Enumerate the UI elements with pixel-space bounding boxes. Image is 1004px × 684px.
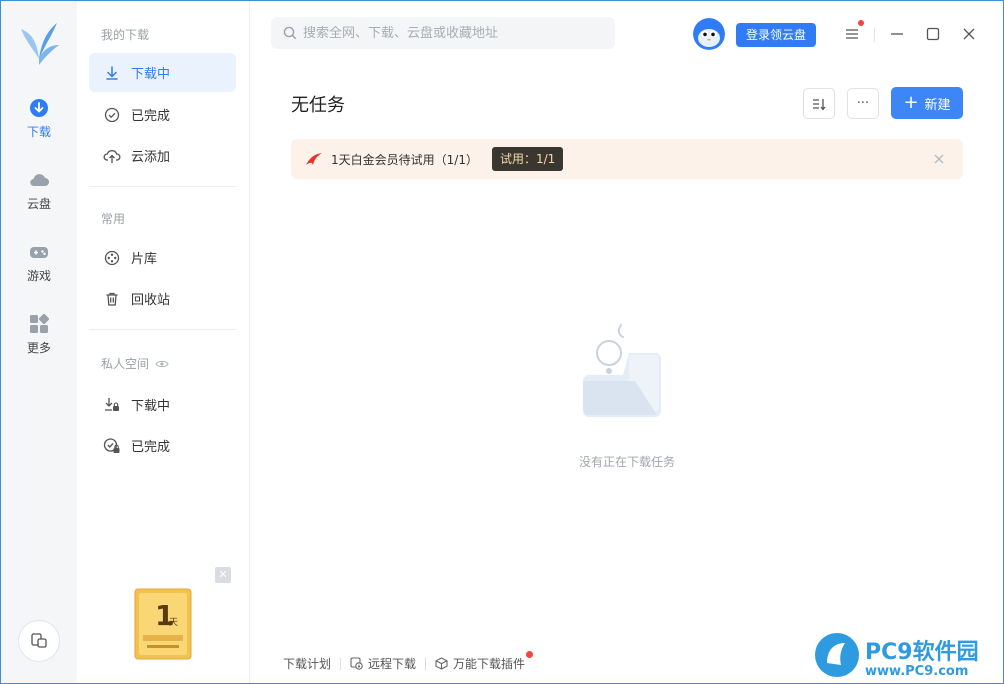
footer-links: 下载计划 远程下载 万能下载插件 bbox=[283, 651, 534, 672]
nav-item-cloud-add[interactable]: 云添加 bbox=[89, 136, 236, 175]
apps-grid-icon bbox=[30, 313, 50, 333]
footer-divider bbox=[340, 657, 342, 670]
vip-wing-icon bbox=[306, 153, 322, 165]
cloud-upload-icon bbox=[103, 147, 121, 165]
search-input[interactable] bbox=[303, 25, 603, 41]
rail-item-more[interactable]: 更多 bbox=[1, 313, 77, 369]
nav-item-recycle[interactable]: 回收站 bbox=[89, 279, 236, 318]
download-icon bbox=[30, 99, 48, 117]
nav-item-label: 云添加 bbox=[131, 150, 171, 165]
cube-plugin-icon bbox=[435, 657, 448, 670]
remote-download-icon bbox=[350, 657, 363, 670]
arrow-down-icon bbox=[103, 64, 121, 82]
nav-divider bbox=[89, 186, 236, 187]
notification-dot bbox=[858, 20, 864, 26]
nav-item-label: 已完成 bbox=[131, 440, 171, 455]
gamepad-icon bbox=[30, 247, 48, 258]
rail-label: 更多 bbox=[26, 341, 51, 355]
search-icon bbox=[283, 26, 297, 40]
download-plugin-label: 万能下载插件 bbox=[453, 657, 526, 671]
minimize-icon bbox=[891, 33, 903, 35]
download-plan-label: 下载计划 bbox=[283, 657, 332, 671]
nav-section-private: 私人空间 bbox=[101, 355, 169, 372]
plus-icon: + bbox=[903, 92, 919, 113]
close-icon bbox=[934, 154, 944, 164]
cloud-icon bbox=[30, 174, 49, 187]
nav-item-completed[interactable]: 已完成 bbox=[89, 95, 236, 134]
nav-item-label: 下载中 bbox=[131, 399, 171, 414]
nav-section-title: 私人空间 bbox=[101, 357, 150, 371]
remote-download-label: 远程下载 bbox=[368, 657, 417, 671]
trash-icon bbox=[103, 290, 121, 308]
download-plugin-link[interactable]: 万能下载插件 bbox=[435, 651, 534, 672]
rail-label: 游戏 bbox=[26, 269, 51, 283]
sort-list-icon bbox=[813, 98, 826, 111]
avatar[interactable] bbox=[693, 18, 725, 50]
empty-state-text: 没有正在下载任务 bbox=[578, 455, 675, 469]
svg-text:PC9软件园: PC9软件园 bbox=[865, 639, 979, 665]
main-panel: 登录领云盘 无任务 ··· + 新建 1天白金会员待试用（1/1） 试用：1/1 bbox=[251, 1, 1003, 683]
film-reel-icon bbox=[103, 249, 121, 267]
login-button[interactable]: 登录领云盘 bbox=[736, 23, 816, 47]
maximize-button[interactable] bbox=[924, 25, 942, 43]
vip-trial-promo-image[interactable]: 1 天 bbox=[133, 587, 193, 661]
hamburger-menu-icon bbox=[846, 29, 858, 39]
app-logo-icon bbox=[21, 23, 59, 65]
nav-item-private-completed[interactable]: 已完成 bbox=[89, 426, 236, 465]
remote-download-link[interactable]: 远程下载 bbox=[350, 655, 416, 672]
rail-label: 下载 bbox=[26, 125, 51, 139]
new-task-label: 新建 bbox=[924, 97, 951, 113]
footer-divider bbox=[425, 657, 427, 670]
vip-trial-banner[interactable]: 1天白金会员待试用（1/1） 试用：1/1 bbox=[291, 139, 963, 179]
empty-folder-illustration bbox=[583, 324, 661, 417]
close-icon bbox=[963, 28, 975, 40]
nav-item-downloading[interactable]: 下载中 bbox=[89, 53, 236, 92]
maximize-icon bbox=[926, 27, 940, 41]
nav-item-private-downloading[interactable]: 下载中 bbox=[89, 385, 236, 424]
menu-button[interactable] bbox=[843, 20, 864, 43]
new-task-button[interactable]: + 新建 bbox=[891, 87, 963, 119]
notification-dot bbox=[526, 651, 534, 658]
rail-item-game[interactable]: 游戏 bbox=[1, 241, 77, 297]
site-watermark-logo: PC9软件园 www.PC9.com bbox=[815, 633, 979, 679]
check-circle-icon bbox=[103, 106, 121, 124]
banner-text: 1天白金会员待试用（1/1） bbox=[331, 152, 478, 167]
promo-close-button[interactable]: ✕ bbox=[215, 567, 231, 583]
rail-item-cloud[interactable]: 云盘 bbox=[1, 169, 77, 225]
nav-section-title: 常用 bbox=[101, 212, 126, 226]
trial-badge[interactable]: 试用：1/1 bbox=[491, 147, 564, 171]
eye-icon[interactable] bbox=[155, 359, 169, 369]
nav-divider bbox=[89, 329, 236, 330]
locked-check-icon bbox=[103, 437, 121, 455]
download-plan-link[interactable]: 下载计划 bbox=[283, 655, 331, 672]
locked-download-icon bbox=[103, 396, 121, 414]
page-title: 无任务 bbox=[291, 95, 345, 116]
nav-item-label: 回收站 bbox=[131, 293, 171, 308]
device-switch-button[interactable] bbox=[18, 620, 60, 662]
app-window: 下载 云盘 游戏 更多 我的下载 下载中 已完成 云添加 常用 片库 回收站 私… bbox=[0, 0, 1004, 684]
sort-button[interactable] bbox=[803, 88, 835, 119]
nav-item-label: 下载中 bbox=[131, 67, 171, 82]
nav-item-label: 已完成 bbox=[131, 109, 171, 124]
left-rail: 下载 云盘 游戏 更多 bbox=[1, 1, 77, 683]
banner-close-button[interactable] bbox=[931, 151, 947, 167]
close-button[interactable] bbox=[960, 25, 978, 43]
window-controls-divider bbox=[874, 28, 875, 42]
more-options-button[interactable]: ··· bbox=[847, 88, 879, 119]
search-box[interactable] bbox=[271, 17, 615, 49]
nav-item-label: 片库 bbox=[131, 252, 158, 267]
minimize-button[interactable] bbox=[888, 25, 906, 43]
nav-section-title: 我的下载 bbox=[101, 28, 150, 42]
nav-item-library[interactable]: 片库 bbox=[89, 238, 236, 277]
device-switch-icon bbox=[31, 633, 47, 648]
svg-text:天: 天 bbox=[169, 618, 178, 628]
svg-text:www.PC9.com: www.PC9.com bbox=[865, 664, 968, 679]
rail-item-download[interactable]: 下载 bbox=[1, 97, 77, 153]
rail-label: 云盘 bbox=[26, 197, 51, 211]
nav-panel: 我的下载 下载中 已完成 云添加 常用 片库 回收站 私人空间 下载中 已完成 … bbox=[77, 1, 250, 683]
